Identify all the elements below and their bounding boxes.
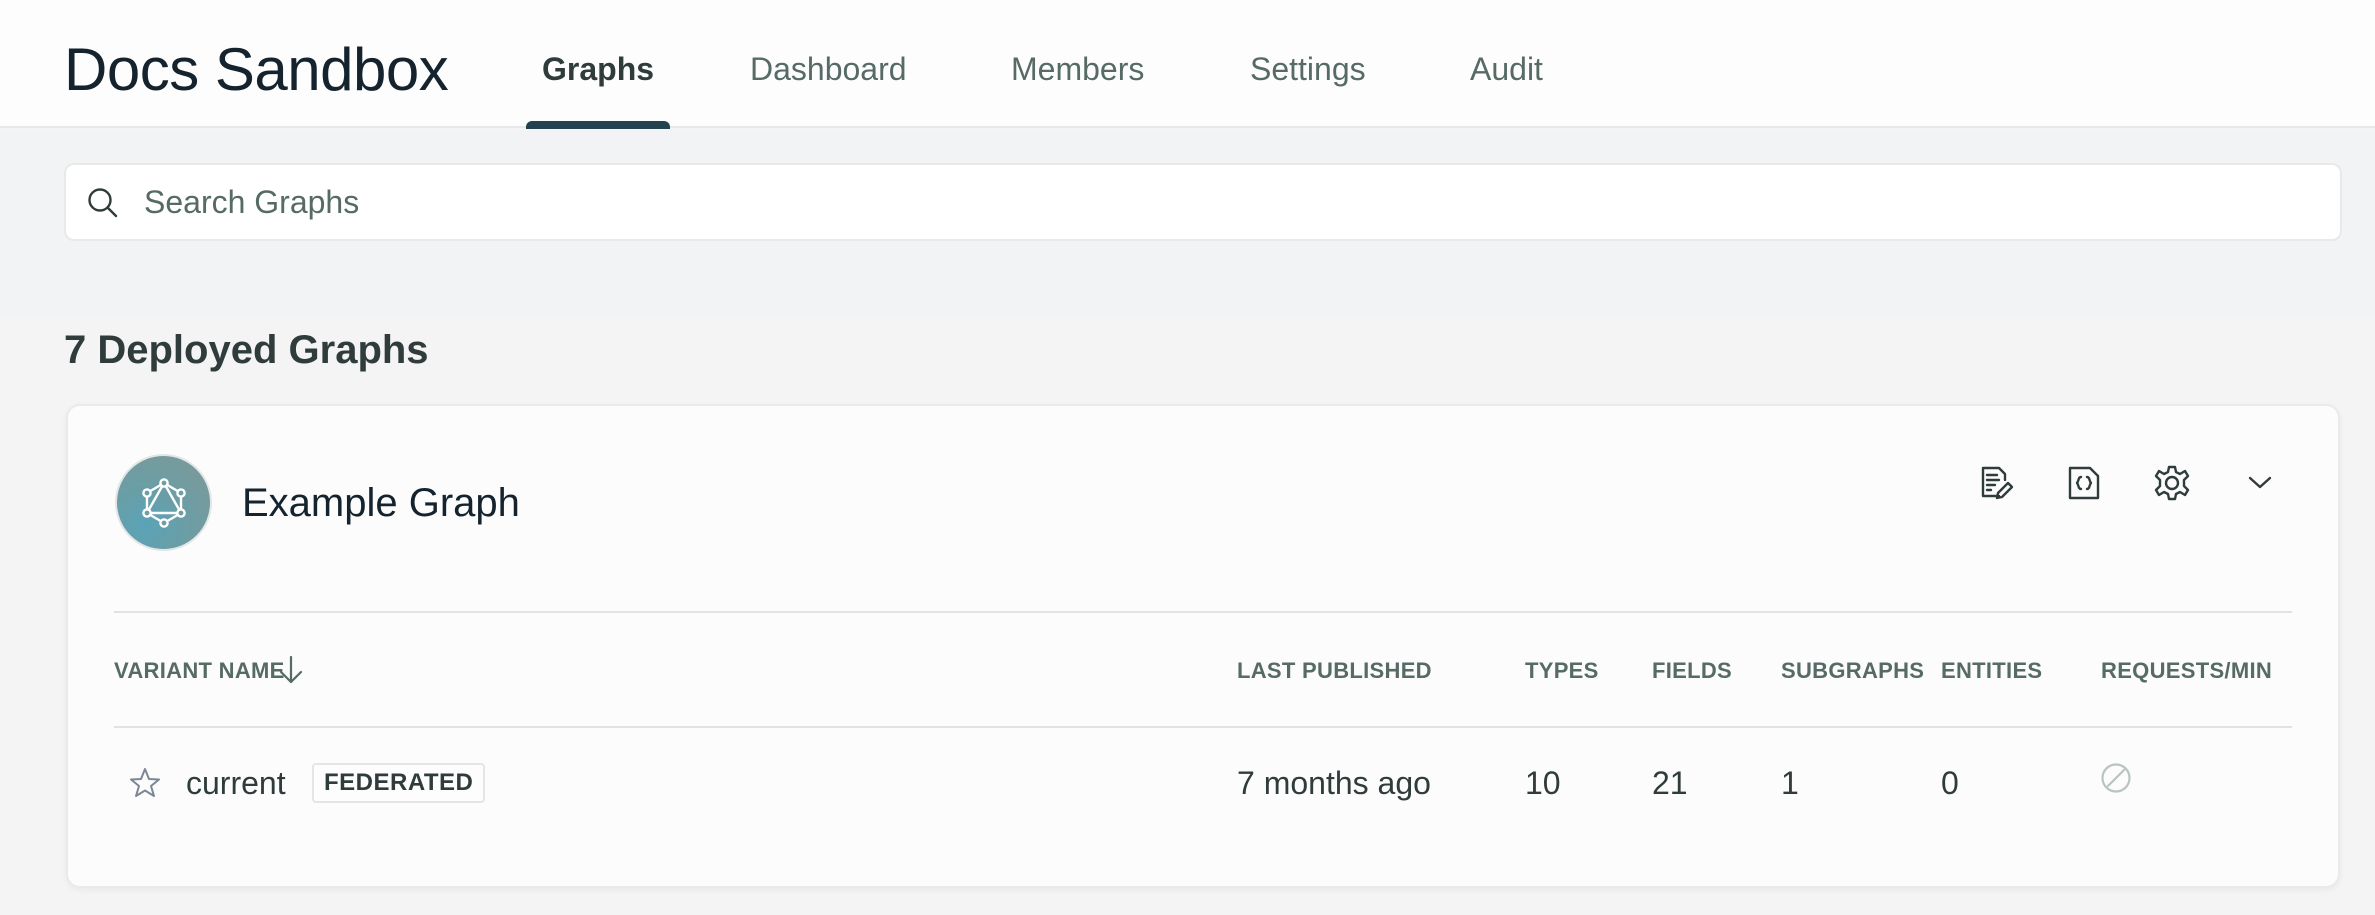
graph-name[interactable]: Example Graph bbox=[242, 480, 520, 526]
arrow-down-icon[interactable] bbox=[276, 654, 306, 686]
top-navigation-bar: Docs Sandbox Graphs Dashboard Members Se… bbox=[0, 0, 2375, 129]
search-icon bbox=[88, 188, 118, 218]
document-edit-icon bbox=[1981, 466, 2014, 500]
search-input[interactable] bbox=[144, 180, 2294, 224]
tab-graphs[interactable]: Graphs bbox=[542, 50, 654, 88]
column-header-fields[interactable]: FIELDS bbox=[1652, 658, 1732, 684]
column-header-last-published[interactable]: LAST PUBLISHED bbox=[1237, 658, 1432, 684]
star-icon[interactable] bbox=[128, 766, 162, 800]
expand-card-button[interactable] bbox=[2240, 463, 2280, 503]
active-tab-indicator bbox=[526, 121, 670, 129]
schema-braces-icon bbox=[2068, 466, 2100, 500]
entities-count: 0 bbox=[1941, 765, 1959, 801]
variant-name[interactable]: current bbox=[186, 764, 286, 802]
column-header-requests-per-min[interactable]: REQUESTS/MIN bbox=[2101, 658, 2272, 684]
no-data-icon bbox=[2101, 763, 2131, 793]
edit-readme-button[interactable] bbox=[1976, 463, 2016, 503]
tab-settings[interactable]: Settings bbox=[1250, 50, 1366, 88]
column-header-types[interactable]: TYPES bbox=[1525, 658, 1599, 684]
column-header-variant-name[interactable]: VARIANT NAME bbox=[114, 658, 285, 684]
federated-badge: FEDERATED bbox=[312, 763, 486, 803]
chevron-down-icon bbox=[2248, 476, 2272, 489]
gear-icon bbox=[2154, 465, 2190, 501]
fields-count: 21 bbox=[1652, 765, 1688, 801]
graph-settings-button[interactable] bbox=[2152, 463, 2192, 503]
table-header-divider bbox=[114, 726, 2292, 728]
tab-dashboard[interactable]: Dashboard bbox=[750, 50, 907, 88]
tab-audit[interactable]: Audit bbox=[1470, 50, 1543, 88]
graphql-logo-icon bbox=[141, 477, 186, 528]
graph-avatar[interactable] bbox=[115, 454, 212, 551]
subgraphs-count: 1 bbox=[1781, 765, 1799, 801]
last-published-value: 7 months ago bbox=[1237, 765, 1431, 801]
column-header-entities[interactable]: ENTITIES bbox=[1941, 658, 2042, 684]
schema-button[interactable] bbox=[2064, 463, 2104, 503]
types-count: 10 bbox=[1525, 765, 1561, 801]
org-title: Docs Sandbox bbox=[64, 36, 449, 103]
column-header-subgraphs[interactable]: SUBGRAPHS bbox=[1781, 658, 1924, 684]
card-divider bbox=[114, 611, 2292, 613]
deployed-graphs-count-heading: 7 Deployed Graphs bbox=[64, 328, 429, 372]
tab-members[interactable]: Members bbox=[1011, 50, 1144, 88]
